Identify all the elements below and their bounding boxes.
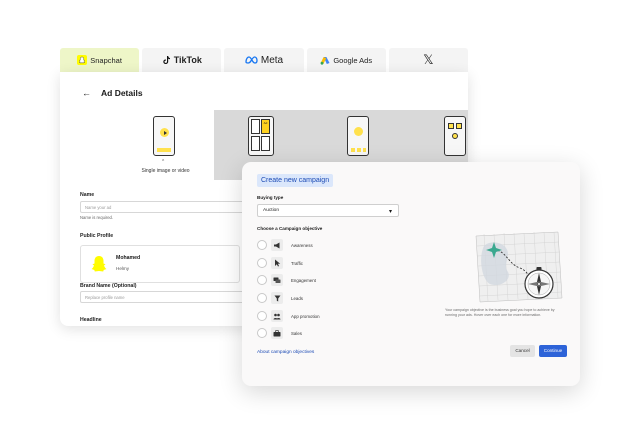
format-single-image-or-video[interactable]: ⌃ Single image or video	[117, 110, 214, 180]
snapchat-avatar-icon	[91, 256, 107, 272]
cancel-button[interactable]: Cancel	[510, 345, 535, 357]
cursor-icon	[271, 257, 283, 269]
radio-button[interactable]	[257, 328, 267, 338]
back-arrow-icon[interactable]: ←	[82, 88, 91, 98]
tab-x[interactable]: 𝕏	[388, 48, 469, 72]
phone-dynamic-icon	[444, 116, 466, 156]
x-logo-icon: 𝕏	[423, 52, 434, 67]
tab-label: Google Ads	[333, 55, 373, 65]
objective-label-text: App promotion	[291, 313, 320, 319]
profile-name: Mohamed	[116, 255, 141, 261]
caret-down-icon: ▾	[388, 209, 392, 215]
ad-details-header: ← Ad Details	[60, 72, 468, 114]
objective-leads[interactable]: Leads	[257, 292, 377, 304]
brand-name-input[interactable]: Replace profile name	[80, 291, 245, 303]
chat-icon	[271, 274, 283, 286]
headline-label: Headline	[80, 317, 102, 323]
objective-label-text: Engagement	[291, 277, 316, 283]
radio-button[interactable]	[257, 293, 267, 303]
objective-label-text: Sales	[291, 330, 302, 336]
radio-button[interactable]	[257, 275, 267, 285]
radio-button[interactable]	[257, 240, 267, 250]
tab-meta[interactable]: Meta	[224, 48, 304, 72]
continue-button[interactable]: Continue	[539, 345, 567, 357]
brand-name-label: Brand Name (Optional)	[80, 283, 137, 289]
tab-label: Meta	[260, 54, 284, 66]
megaphone-icon	[271, 239, 283, 251]
objective-description: Your campaign objective is the business …	[445, 308, 555, 317]
phone-story-icon: Ad	[248, 116, 274, 156]
map-compass-illustration	[475, 231, 563, 303]
snapchat-ghost-icon	[77, 55, 88, 65]
phone-video-icon	[153, 116, 175, 156]
format-label: Single image or video	[141, 168, 190, 174]
buying-type-label: Buying type	[257, 195, 284, 200]
funnel-icon	[271, 292, 283, 304]
objective-engagement[interactable]: Engagement	[257, 274, 377, 286]
tab-snapchat[interactable]: Snapchat	[60, 48, 140, 72]
objective-label: Choose a Campaign objective	[257, 226, 323, 231]
objective-app-promotion[interactable]: App promotion	[257, 310, 377, 322]
public-profile-card[interactable]: Mohamed Helmy	[80, 245, 240, 283]
people-icon	[271, 310, 283, 322]
tab-google-ads[interactable]: Google Ads	[306, 48, 386, 72]
objective-label-text: Awareness	[291, 242, 313, 248]
profile-handle: Helmy	[116, 266, 130, 271]
objective-traffic[interactable]: Traffic	[257, 257, 377, 269]
meta-logo-icon	[245, 56, 258, 64]
objective-awareness[interactable]: Awareness	[257, 239, 377, 251]
chevron-up-icon: ⌃	[161, 159, 166, 165]
tab-label: TikTok	[173, 55, 202, 65]
public-profile-label: Public Profile	[80, 233, 114, 239]
google-ads-logo-icon	[320, 56, 330, 65]
phone-collection-icon	[347, 116, 369, 156]
objective-sales[interactable]: Sales	[257, 327, 377, 339]
tab-tiktok[interactable]: TikTok	[142, 48, 222, 72]
about-campaign-objectives-link[interactable]: About campaign objectives	[257, 350, 314, 355]
objective-label-text: Leads	[291, 295, 303, 301]
tiktok-logo-icon	[163, 56, 170, 64]
buying-type-value: Auction	[263, 208, 279, 213]
tab-label: Snapchat	[90, 55, 122, 65]
name-label: Name	[80, 192, 95, 198]
radio-button[interactable]	[257, 311, 267, 321]
objective-label-text: Traffic	[291, 260, 303, 266]
page-title: Ad Details	[101, 88, 143, 98]
platform-tabs: Snapchat TikTok Meta Google Ads 𝕏	[60, 48, 469, 72]
ad-name-input[interactable]: Name your ad	[80, 201, 245, 213]
radio-button[interactable]	[257, 258, 267, 268]
dialog-title: Create new campaign	[257, 174, 334, 187]
buying-type-select[interactable]: Auction ▾	[257, 204, 399, 217]
briefcase-icon	[271, 327, 283, 339]
name-required-hint: Name is required.	[80, 215, 114, 220]
create-campaign-dialog: Create new campaign Buying type Auction …	[242, 162, 580, 386]
